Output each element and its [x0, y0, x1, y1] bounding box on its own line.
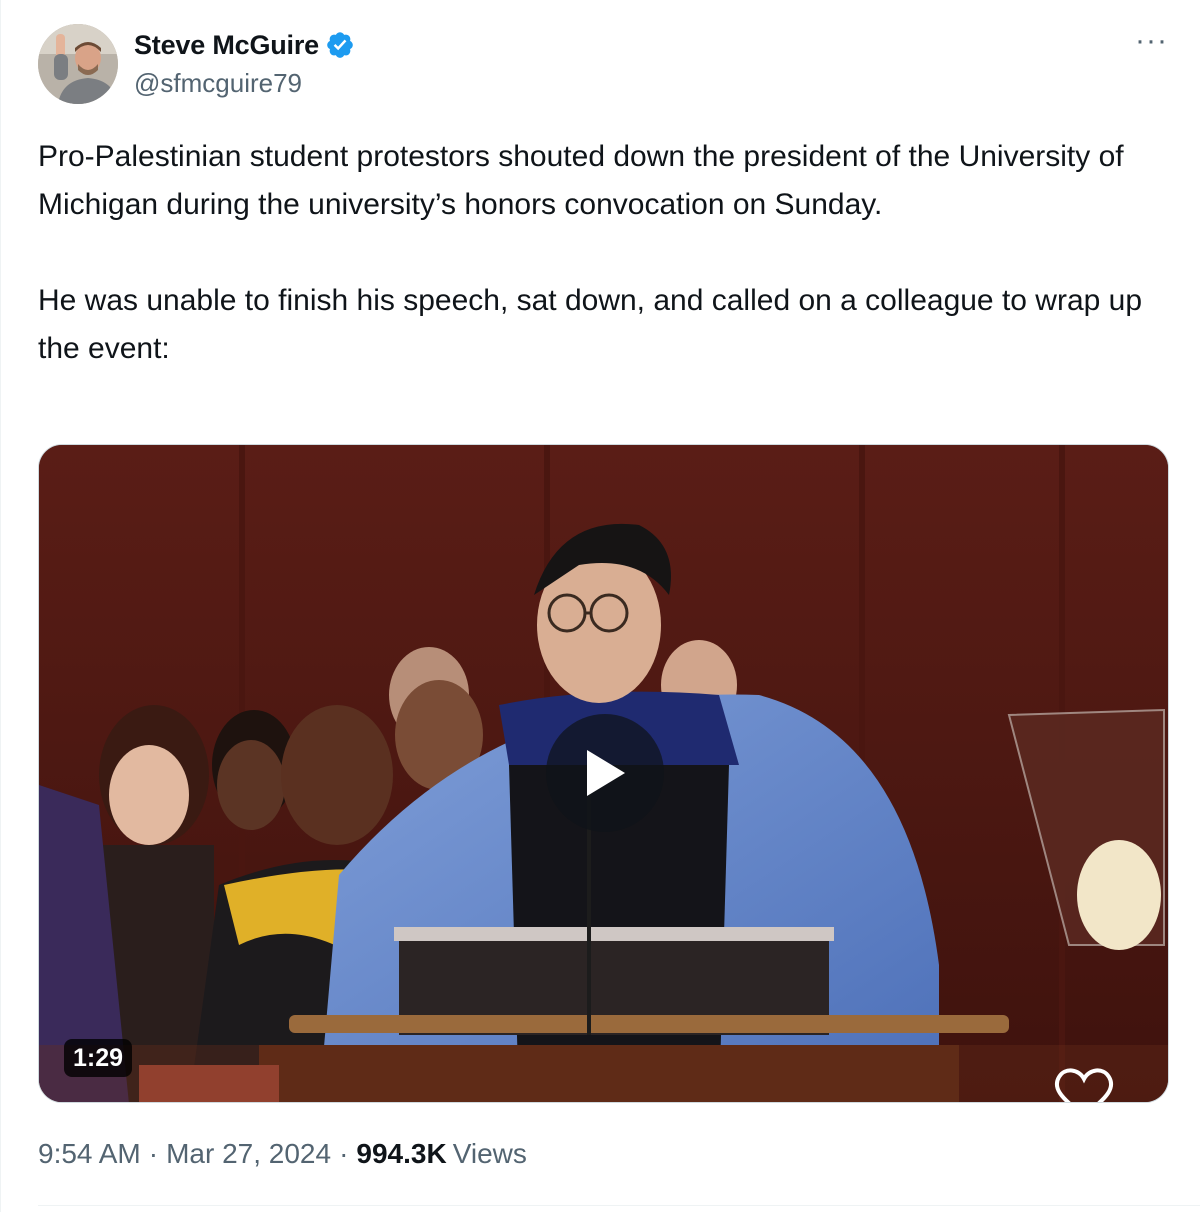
views-label: Views — [452, 1138, 527, 1169]
author-avatar[interactable] — [38, 24, 118, 104]
meta-separator: · — [339, 1138, 349, 1169]
play-icon — [587, 750, 625, 796]
tweet-date[interactable]: Mar 27, 2024 — [166, 1138, 331, 1170]
meta-separator: · — [148, 1138, 159, 1169]
author-handle[interactable]: @sfmcguire79 — [134, 68, 355, 99]
views-count[interactable]: 994.3K — [356, 1138, 446, 1170]
heart-outline-icon[interactable] — [1049, 1063, 1119, 1103]
author-info: Steve McGuire @sfmcguire79 — [134, 28, 355, 99]
avatar-image — [38, 24, 118, 104]
verified-badge-icon — [325, 30, 355, 60]
tweet-paragraph-1: Pro-Palestinian student protestors shout… — [38, 140, 1132, 221]
tweet-metadata: 9:54 AM · Mar 27, 2024 · 994.3K Views — [38, 1138, 527, 1170]
tweet-text: Pro-Palestinian student protestors shout… — [38, 133, 1168, 373]
more-options-icon[interactable]: ··· — [1135, 26, 1168, 56]
name-row: Steve McGuire — [134, 28, 355, 62]
divider — [38, 1205, 1200, 1206]
tweet-time[interactable]: 9:54 AM — [38, 1138, 141, 1170]
tweet-card: Steve McGuire @sfmcguire79 ··· Pro-Pales… — [0, 0, 1200, 1212]
author-display-name[interactable]: Steve McGuire — [134, 30, 319, 61]
play-button[interactable] — [546, 714, 664, 832]
video-duration-badge: 1:29 — [64, 1039, 133, 1077]
tweet-paragraph-2: He was unable to finish his speech, sat … — [38, 284, 1151, 365]
video-player[interactable]: 1:29 — [38, 444, 1169, 1103]
